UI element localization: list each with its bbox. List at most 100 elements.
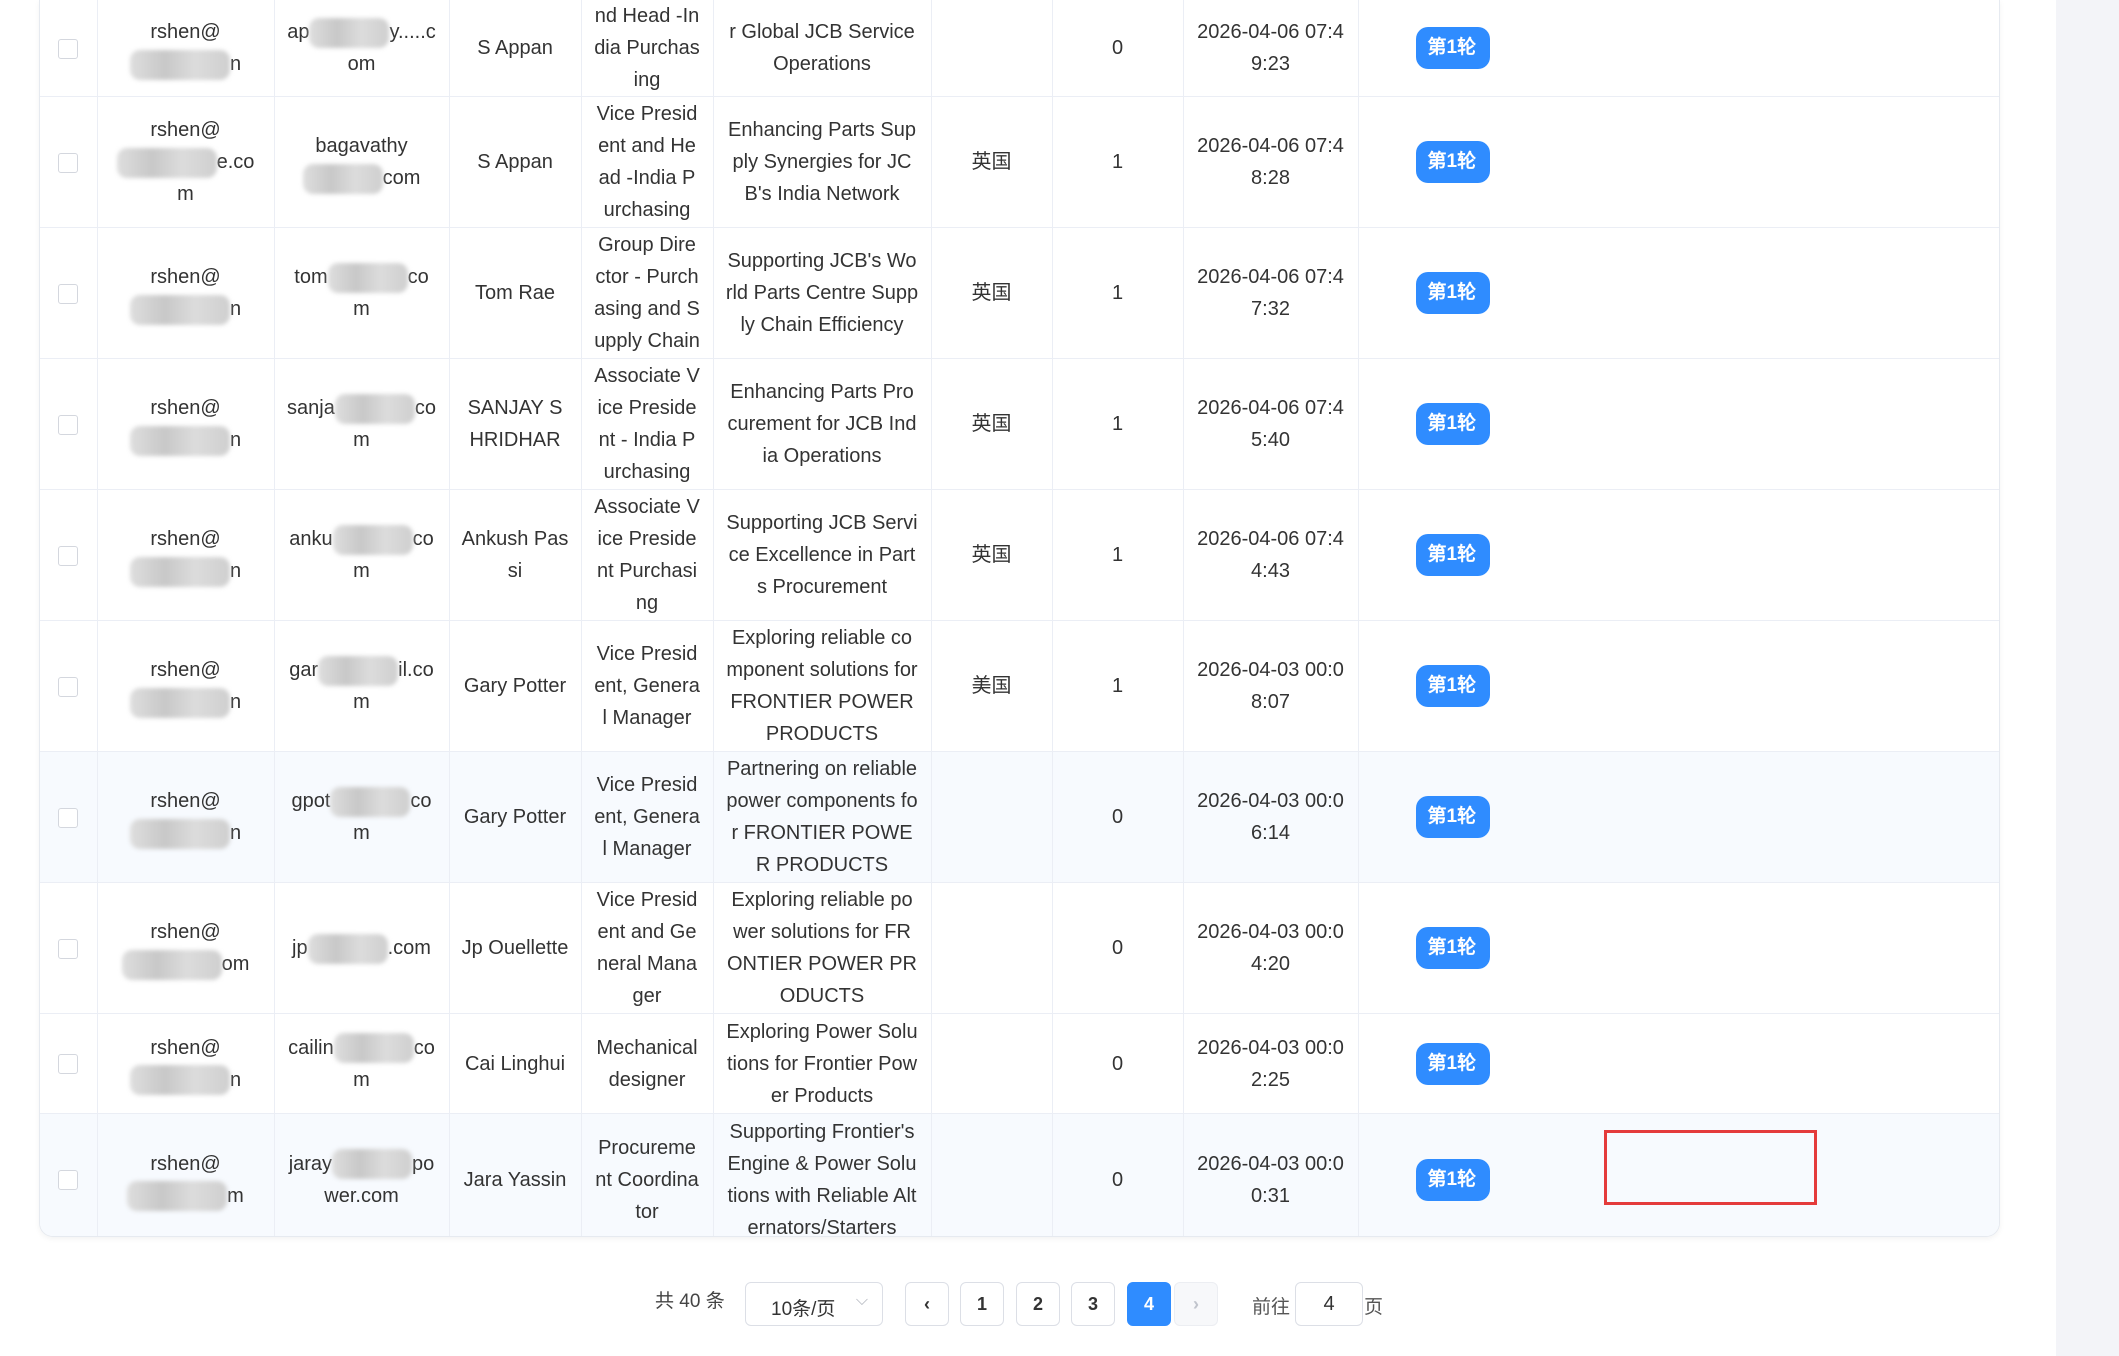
row-select-cell xyxy=(40,358,98,490)
recipient-email-prefix: gpot xyxy=(291,790,331,812)
highlight-box-time xyxy=(1604,1130,1817,1205)
job-title-cell: Vice President and Head -India Purchasin… xyxy=(581,96,714,228)
recipient-email-suffix: com xyxy=(382,167,421,189)
redacted-blur xyxy=(116,147,217,178)
row-checkbox[interactable] xyxy=(58,807,79,828)
round-cell: 第1轮 xyxy=(1358,0,1999,97)
page-size-select[interactable]: 10条/页 ⌵ xyxy=(745,1282,883,1326)
round-button[interactable]: 第1轮 xyxy=(1415,1042,1490,1085)
table-row[interactable]: rshen@ n gar il.com Gary Potter Vice Presiden… xyxy=(40,620,1999,752)
table-row[interactable]: rshen@ n anku com Ankush Passi Associate Vice… xyxy=(40,489,1999,621)
row-checkbox[interactable] xyxy=(58,1054,79,1075)
round-cell: 第1轮 xyxy=(1358,751,1999,883)
job-title-cell: nd Head -India Purchasing xyxy=(581,0,714,97)
send-time-cell: 2026-04-03 00:00:31 xyxy=(1183,1113,1359,1236)
recipient-email-prefix: sanja xyxy=(287,397,335,419)
recipient-email-prefix: gar xyxy=(289,659,319,681)
sender-cell: rshen@ n xyxy=(97,0,275,97)
contact-name-cell: Cai Linghui xyxy=(449,1013,582,1114)
round-button[interactable]: 第1轮 xyxy=(1415,272,1490,314)
page-suffix-label: 页 xyxy=(1364,1297,1384,1318)
sender-email-suffix: m xyxy=(227,1184,244,1207)
send-time-cell: 2026-04-06 07:45:40 xyxy=(1183,358,1359,490)
sender-email-prefix: rshen@ xyxy=(150,21,221,43)
row-checkbox[interactable] xyxy=(58,545,79,566)
round-button[interactable]: 第1轮 xyxy=(1415,403,1490,445)
page-3-button[interactable]: 3 xyxy=(1071,1282,1115,1326)
recipient-email-suffix: .com xyxy=(387,937,431,959)
row-select-cell xyxy=(40,620,98,752)
redacted-blur xyxy=(309,17,390,48)
table-row[interactable]: rshen@e.com bagavathy com S Appan Vice Presi… xyxy=(40,96,1999,228)
table-row[interactable]: rshen@om jp .com Jp Ouellette Vice President… xyxy=(40,882,1999,1014)
count-cell: 0 xyxy=(1052,0,1184,97)
round-button[interactable]: 第1轮 xyxy=(1415,534,1490,576)
row-checkbox[interactable] xyxy=(58,938,79,959)
subject-cell: Enhancing Parts Procurement for JCB Indi… xyxy=(713,358,932,490)
page-4-button[interactable]: 4 xyxy=(1127,1282,1171,1326)
redacted-blur xyxy=(333,1033,414,1064)
country-cell: 英国 xyxy=(931,227,1053,359)
row-select-cell xyxy=(40,751,98,883)
row-checkbox[interactable] xyxy=(58,38,79,59)
goto-page-input[interactable] xyxy=(1295,1282,1363,1326)
sender-cell: rshen@ n xyxy=(97,358,275,490)
round-cell: 第1轮 xyxy=(1358,489,1999,621)
row-select-cell xyxy=(40,227,98,359)
table-row[interactable]: rshen@ n ap y.....com S Appan nd Head -India … xyxy=(40,0,1999,97)
row-select-cell xyxy=(40,96,98,228)
round-cell: 第1轮 xyxy=(1358,1013,1999,1114)
row-checkbox[interactable] xyxy=(58,414,79,435)
round-button[interactable]: 第1轮 xyxy=(1415,1158,1490,1201)
row-checkbox[interactable] xyxy=(58,1170,79,1191)
round-button[interactable]: 第1轮 xyxy=(1415,665,1490,707)
redacted-blur xyxy=(129,294,230,325)
total-count: 共 40 条 xyxy=(655,1291,725,1312)
row-select-cell xyxy=(40,1113,98,1236)
page-1-button[interactable]: 1 xyxy=(960,1282,1004,1326)
row-checkbox[interactable] xyxy=(58,676,79,697)
recipient-email-prefix: tom xyxy=(294,266,328,288)
recipient-cell: ap y.....com xyxy=(274,0,450,97)
row-select-cell xyxy=(40,489,98,621)
row-checkbox[interactable] xyxy=(58,152,79,173)
table-row[interactable]: rshen@ n tom com Tom Rae Group Director - Pur… xyxy=(40,227,1999,359)
page: rshen@ n ap y.....com S Appan nd Head -India … xyxy=(0,0,2119,1356)
right-side-panel-strip xyxy=(2056,0,2119,1356)
country-cell xyxy=(931,1113,1053,1236)
subject-cell: Enhancing Parts Supply Synergies for JCB… xyxy=(713,96,932,228)
prev-page-button[interactable]: ‹ xyxy=(905,1282,949,1326)
goto-label: 前往 xyxy=(1252,1297,1291,1318)
contact-name-cell: SANJAY SHRIDHAR xyxy=(449,358,582,490)
subject-cell: Exploring reliable power solutions for F… xyxy=(713,882,932,1014)
count-cell: 0 xyxy=(1052,1113,1184,1236)
chevron-down-icon: ⌵ xyxy=(855,1292,868,1309)
send-time-cell: 2026-04-06 07:48:28 xyxy=(1183,96,1359,228)
sender-email-suffix: n xyxy=(229,53,242,75)
redacted-blur xyxy=(129,425,230,456)
next-page-button[interactable]: › xyxy=(1174,1282,1218,1326)
redacted-blur xyxy=(127,1181,228,1212)
sender-email-prefix: rshen@ xyxy=(150,1036,221,1059)
table-row[interactable]: rshen@ n sanja com SANJAY SHRIDHAR Associate … xyxy=(40,358,1999,490)
round-cell: 第1轮 xyxy=(1358,227,1999,359)
round-button[interactable]: 第1轮 xyxy=(1415,796,1490,838)
email-table: rshen@ n ap y.....com S Appan nd Head -India … xyxy=(40,0,1999,1236)
redacted-blur xyxy=(327,262,408,293)
row-checkbox[interactable] xyxy=(58,283,79,304)
job-title-cell: Group Director - Purchasing and Supply C… xyxy=(581,227,714,359)
country-cell xyxy=(931,882,1053,1014)
round-button[interactable]: 第1轮 xyxy=(1415,927,1490,969)
sender-email-suffix: n xyxy=(229,560,242,582)
country-cell: 美国 xyxy=(931,620,1053,752)
contact-name-cell: Gary Potter xyxy=(449,751,582,883)
contact-name-cell: S Appan xyxy=(449,0,582,97)
country-cell: 英国 xyxy=(931,489,1053,621)
page-2-button[interactable]: 2 xyxy=(1016,1282,1060,1326)
job-title-cell: Vice President, General Manager xyxy=(581,751,714,883)
round-button[interactable]: 第1轮 xyxy=(1415,27,1490,69)
table-row[interactable]: rshen@ n gpot com Gary Potter Vice President,… xyxy=(40,751,1999,883)
round-button[interactable]: 第1轮 xyxy=(1415,141,1490,183)
page-size-value: 10条/页 xyxy=(771,1299,836,1320)
table-row[interactable]: rshen@ n cailin com Cai Linghui Mechanical de… xyxy=(40,1013,1999,1114)
